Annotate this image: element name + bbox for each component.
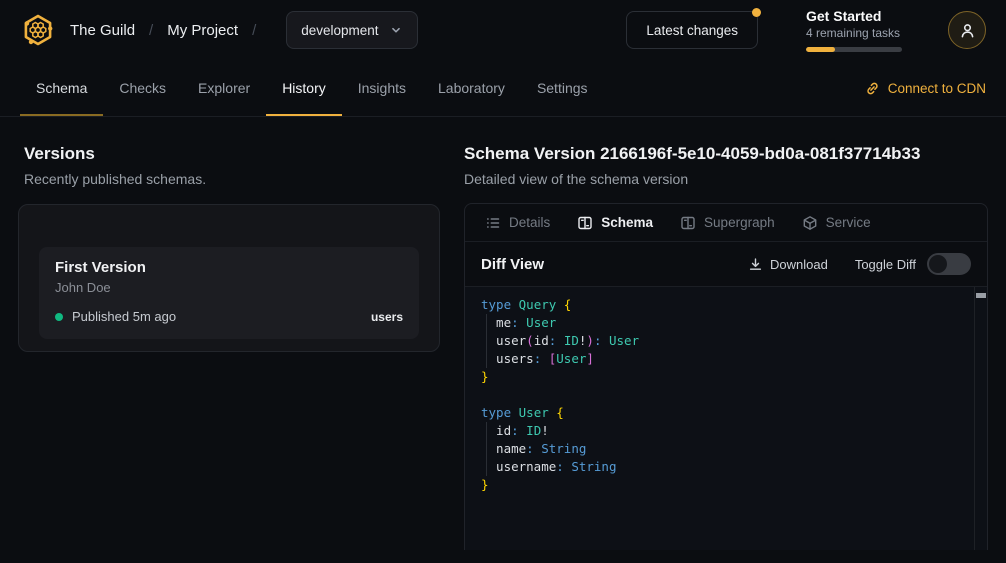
user-icon	[959, 22, 976, 39]
toggle-diff-switch[interactable]	[927, 253, 971, 275]
get-started-subtitle: 4 remaining tasks	[806, 26, 902, 41]
version-detail-title: Schema Version 2166196f-5e10-4059-bd0a-0…	[464, 143, 988, 164]
download-label: Download	[770, 257, 828, 272]
user-menu-button[interactable]	[948, 11, 986, 49]
version-detail-panel: Schema Version 2166196f-5e10-4059-bd0a-0…	[440, 117, 1006, 563]
nav-tab-settings[interactable]: Settings	[521, 60, 604, 116]
code-block: type Query { me: User user(id: ID!): Use…	[481, 296, 959, 494]
main-content: Versions Recently published schemas. Fir…	[0, 117, 1006, 563]
toggle-diff-label: Toggle Diff	[855, 257, 916, 272]
get-started-widget[interactable]: Get Started 4 remaining tasks	[806, 8, 902, 52]
nav-tab-explorer[interactable]: Explorer	[182, 60, 266, 116]
tab-details[interactable]: Details	[485, 215, 550, 231]
latest-changes-button[interactable]: Latest changes	[626, 11, 758, 49]
published-status-dot	[55, 313, 63, 321]
diff-view-title: Diff View	[481, 256, 544, 273]
tab-schema[interactable]: Schema	[577, 215, 653, 231]
download-icon	[748, 257, 763, 272]
columns-icon	[680, 215, 696, 231]
target-nav: Schema Checks Explorer History Insights …	[0, 60, 1006, 117]
schema-code-viewer: type Query { me: User user(id: ID!): Use…	[465, 287, 987, 550]
diff-view-toolbar: Diff View Download Toggle Diff	[465, 242, 987, 287]
notification-dot	[752, 8, 761, 17]
get-started-progress	[806, 47, 902, 52]
tab-schema-label: Schema	[601, 215, 653, 230]
code-scrollbar-thumb[interactable]	[976, 293, 986, 298]
breadcrumb-separator: /	[149, 22, 153, 39]
app-header: The Guild / My Project / development Lat…	[0, 0, 1006, 60]
nav-tab-laboratory[interactable]: Laboratory	[422, 60, 521, 116]
version-detail-subtitle: Detailed view of the schema version	[464, 171, 988, 188]
columns-icon	[577, 215, 593, 231]
tab-details-label: Details	[509, 215, 550, 230]
toggle-knob	[929, 255, 947, 273]
version-author: John Doe	[55, 280, 403, 296]
get-started-progress-fill	[806, 47, 835, 52]
version-meta-row: Published 5m ago users	[55, 309, 403, 324]
code-scrollbar	[974, 287, 987, 550]
environment-select-value: development	[301, 23, 378, 38]
tab-service[interactable]: Service	[802, 215, 871, 231]
version-name: First Version	[55, 258, 403, 277]
version-list-item[interactable]: First Version John Doe Published 5m ago …	[39, 247, 419, 339]
versions-card: First Version John Doe Published 5m ago …	[18, 204, 440, 352]
versions-title: Versions	[24, 143, 440, 164]
cube-icon	[802, 215, 818, 231]
service-badge: users	[371, 310, 403, 324]
tab-service-label: Service	[826, 215, 871, 230]
nav-tab-checks[interactable]: Checks	[103, 60, 182, 116]
detail-tabs: Details Schema Supergr	[465, 204, 987, 242]
versions-panel: Versions Recently published schemas. Fir…	[0, 117, 440, 563]
chevron-down-icon	[389, 23, 403, 37]
connect-to-cdn-button[interactable]: Connect to CDN	[865, 60, 986, 116]
version-status: Published 5m ago	[72, 309, 176, 324]
tab-supergraph-label: Supergraph	[704, 215, 775, 230]
nav-tab-insights[interactable]: Insights	[342, 60, 422, 116]
nav-tabs: Schema Checks Explorer History Insights …	[20, 60, 604, 116]
versions-subtitle: Recently published schemas.	[24, 171, 440, 188]
get-started-title: Get Started	[806, 8, 902, 25]
connect-to-cdn-label: Connect to CDN	[888, 81, 986, 96]
indent-guide	[486, 314, 487, 368]
latest-changes-label: Latest changes	[646, 23, 738, 38]
breadcrumb-org[interactable]: The Guild	[70, 22, 135, 39]
environment-select[interactable]: development	[286, 11, 417, 49]
hive-logo-icon[interactable]	[20, 12, 56, 48]
link-icon	[865, 81, 880, 96]
indent-guide	[486, 422, 487, 476]
schema-view-panel: Details Schema Supergr	[464, 203, 988, 550]
breadcrumb-project[interactable]: My Project	[167, 22, 238, 39]
nav-tab-history[interactable]: History	[266, 60, 342, 116]
list-icon	[485, 215, 501, 231]
tab-supergraph[interactable]: Supergraph	[680, 215, 775, 231]
nav-tab-schema[interactable]: Schema	[20, 60, 103, 116]
breadcrumb-separator: /	[252, 22, 256, 39]
download-button[interactable]: Download	[748, 257, 828, 272]
